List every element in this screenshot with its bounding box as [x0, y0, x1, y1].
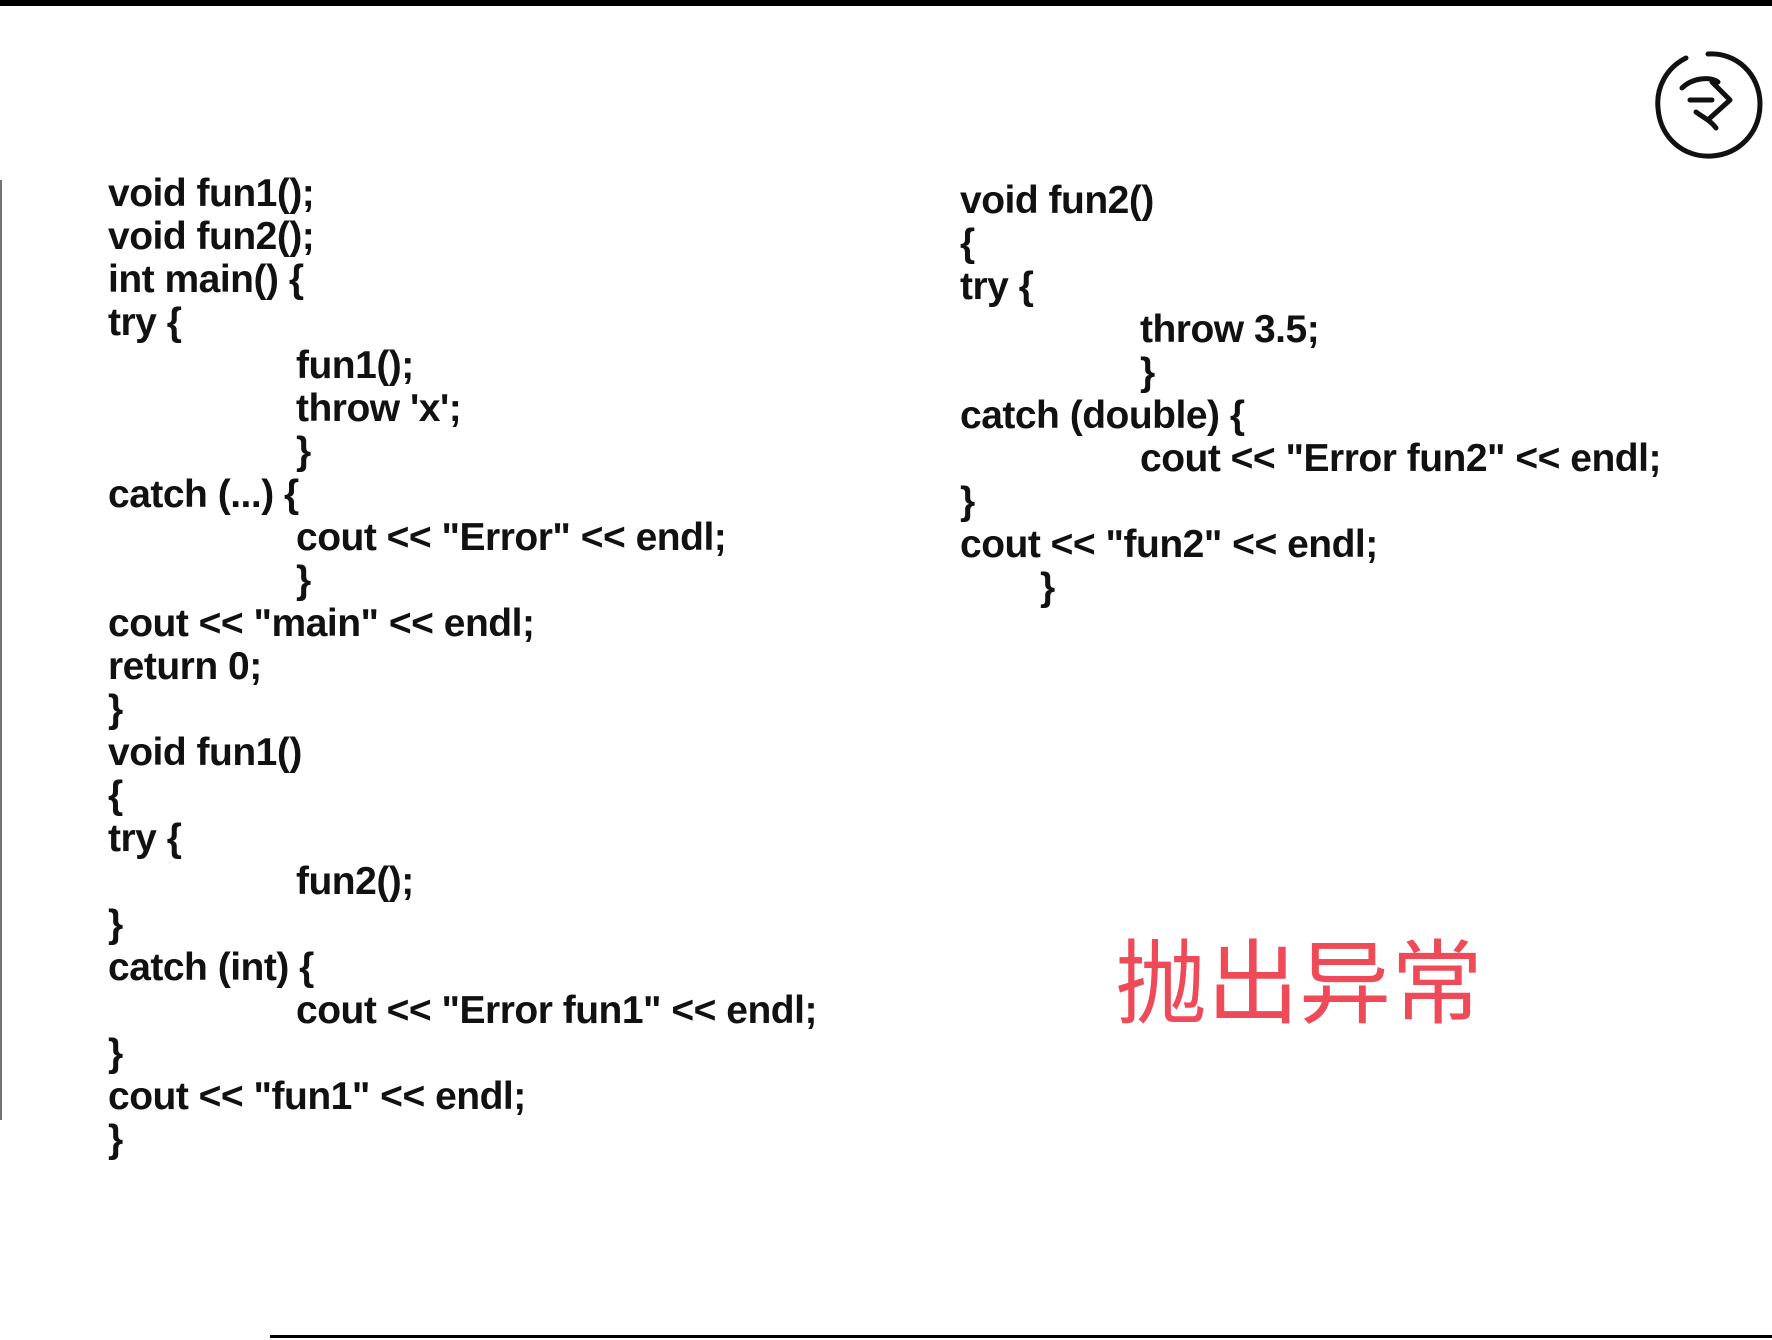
code-line: fun2();	[296, 860, 414, 903]
code-line: return 0;	[108, 645, 262, 688]
code-line: catch (int) {	[108, 946, 314, 989]
code-line: {	[960, 222, 975, 265]
code-line: }	[296, 559, 311, 602]
slide-caption: 抛出异常	[1115, 931, 1484, 1038]
code-line: void fun2()	[960, 179, 1154, 222]
left-scan-edge	[0, 180, 2, 1120]
code-line: try {	[108, 301, 182, 344]
code-line: }	[960, 480, 975, 523]
code-line: void fun2();	[108, 215, 315, 258]
code-line: }	[108, 1118, 123, 1161]
code-line: cout << "Error fun1" << endl;	[296, 989, 817, 1032]
code-line: try {	[960, 265, 1034, 308]
code-line: }	[1140, 351, 1155, 394]
code-line: catch (...) {	[108, 473, 299, 516]
code-line: throw 'x';	[296, 387, 462, 430]
code-line: void fun1()	[108, 731, 302, 774]
code-line: int main() {	[108, 258, 304, 301]
code-line: {	[108, 774, 123, 817]
code-line: cout << "main" << endl;	[108, 602, 535, 645]
code-line: }	[108, 903, 123, 946]
code-line: }	[296, 430, 311, 473]
code-line: throw 3.5;	[1140, 308, 1320, 351]
code-line: fun1();	[296, 344, 414, 387]
top-border-rule	[0, 0, 1772, 6]
code-line: cout << "fun1" << endl;	[108, 1075, 526, 1118]
code-line: cout << "Error fun2" << endl;	[1140, 437, 1661, 480]
bottom-border-rule	[270, 1335, 1772, 1338]
code-line: catch (double) {	[960, 394, 1245, 437]
circled-page-number-icon	[1652, 48, 1764, 160]
code-line: cout << "fun2" << endl;	[960, 523, 1378, 566]
code-line: void fun1();	[108, 172, 315, 215]
circled-page-number-icon-graphic	[1655, 51, 1763, 159]
code-listing-right: void fun2(){try {throw 3.5;} catch (doubl…	[960, 179, 1661, 609]
code-line: }	[1040, 566, 1055, 609]
code-line: try {	[108, 817, 182, 860]
code-line: }	[108, 688, 123, 731]
code-line: cout << "Error" << endl;	[296, 516, 727, 559]
code-line: }	[108, 1032, 123, 1075]
code-listing-left: void fun1(); void fun2(); int main() {try …	[108, 172, 817, 1161]
